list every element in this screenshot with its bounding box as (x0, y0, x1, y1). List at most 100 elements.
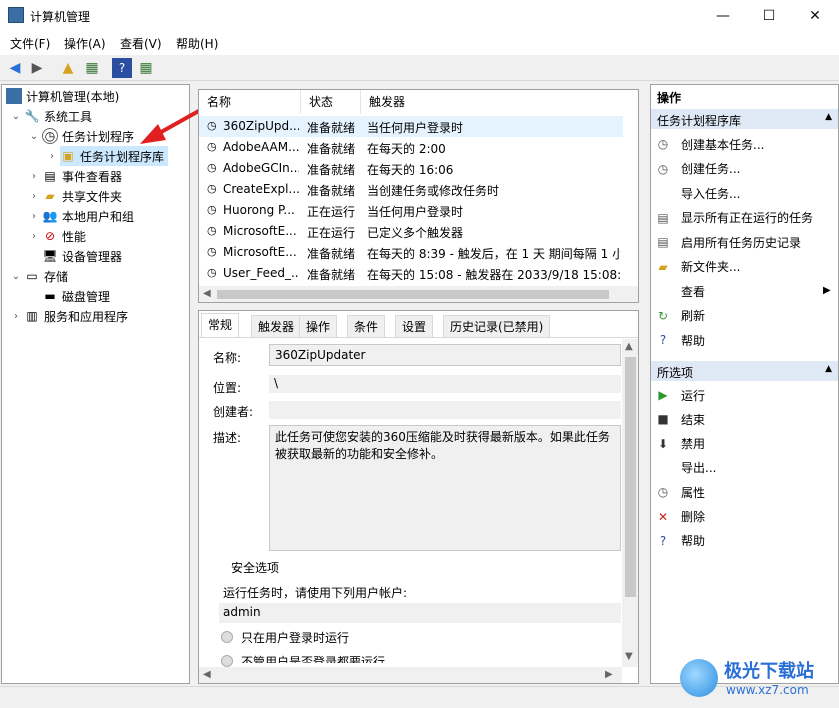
task-clock-icon: ◷ (207, 224, 217, 237)
section-selected-item-label: 所选项 (657, 366, 694, 380)
action-icon: ▤ (657, 210, 669, 225)
menu-help[interactable]: 帮助(H) (176, 35, 218, 52)
menu-action[interactable]: 操作(A) (64, 35, 106, 52)
task-clock-icon: ◷ (207, 161, 217, 174)
task-row[interactable]: ◷ MicrosoftE... 正在运行 已定义多个触发器 (199, 221, 623, 242)
task-row[interactable]: ◷ MicrosoftE... 准备就绪 在每天的 8:39 - 触发后，在 1 天 … (199, 242, 623, 263)
help-icon[interactable]: ? (112, 58, 132, 78)
tab-general[interactable]: 常规 (201, 313, 240, 337)
expand-chevron-icon[interactable]: › (28, 226, 40, 246)
task-row[interactable]: ◷ User_Feed_... 准备就绪 在每天的 15:08 - 触发器在 2033… (199, 263, 623, 284)
selected-action-item[interactable]: ■ 结束 (655, 408, 705, 430)
task-row[interactable]: ◷ AdobeGCIn... 准备就绪 在每天的 16:06 (199, 158, 623, 179)
tree-local-users[interactable]: 👥 本地用户和组 (42, 206, 135, 226)
collapse-chevron-icon[interactable]: ⌄ (10, 266, 22, 286)
action-item[interactable]: 导入任务... (655, 182, 740, 204)
task-clock-icon: ◷ (207, 266, 217, 279)
back-arrow-icon[interactable]: ◀ (5, 58, 25, 78)
menu-file[interactable]: 文件(F) (10, 35, 50, 52)
action-item[interactable]: ▤ 启用所有任务历史记录 (655, 231, 801, 253)
tree-root-label: 计算机管理(本地) (26, 89, 120, 104)
tree-services-label: 服务和应用程序 (44, 309, 129, 324)
action-item[interactable]: ▤ 显示所有正在运行的任务 (655, 207, 813, 229)
show-hide-tree-icon[interactable]: ▦ (82, 58, 102, 78)
action-icon: ▤ (657, 235, 669, 249)
action-item[interactable]: ? 帮助 (655, 329, 705, 351)
task-row[interactable]: ◷ 360ZipUpd... 准备就绪 当任何用户登录时 (199, 116, 623, 137)
tree-services[interactable]: ▥ 服务和应用程序 (24, 306, 128, 326)
event-viewer-icon: ▤ (44, 169, 56, 183)
selected-action-item[interactable]: ✕ 删除 (655, 506, 705, 528)
tab-actions[interactable]: 操作 (299, 315, 338, 337)
action-icon: ◷ (657, 485, 669, 500)
radio-only-logged-on[interactable] (221, 631, 233, 643)
tree-local-users-label: 本地用户和组 (62, 209, 135, 224)
collapse-chevron-icon[interactable]: ⌄ (28, 126, 40, 146)
action-icon (655, 460, 671, 476)
tree-event-viewer[interactable]: ▤ 事件查看器 (42, 166, 122, 186)
radio-always-run-label: 不管用户是否登录都要运行 (241, 655, 386, 663)
selected-action-item[interactable]: 导出... (655, 457, 716, 479)
action-item[interactable]: ◷ 创建任务... (655, 158, 741, 180)
show-hide-action-pane-icon[interactable]: ▦ (136, 58, 156, 78)
expand-chevron-icon[interactable]: › (46, 146, 58, 166)
tree-storage[interactable]: ▭ 存储 (24, 266, 68, 286)
task-list-horizontal-scrollbar[interactable]: ◀ ▶ (199, 286, 638, 302)
security-options-label: 安全选项 (229, 559, 282, 576)
description-field[interactable]: 此任务可使您安装的360压缩能及时获得最新版本。如果此任务被获取最新的功能和安全… (269, 425, 621, 551)
tab-history[interactable]: 历史记录(已禁用) (443, 315, 551, 337)
tree-performance[interactable]: ⊘ 性能 (42, 226, 86, 246)
tree-device-manager[interactable]: 🖥 设备管理器 (42, 246, 122, 266)
task-name: Huorong P... (223, 203, 295, 217)
task-trigger: 在每天的 2:00 (367, 142, 446, 156)
expand-chevron-icon[interactable]: › (28, 206, 40, 226)
task-row[interactable]: ◷ Huorong P... 正在运行 当任何用户登录时 (199, 200, 623, 221)
column-header-trigger[interactable]: 触发器 (361, 90, 638, 114)
task-row[interactable]: ◷ CreateExpl... 准备就绪 当创建任务或修改任务时 (199, 179, 623, 200)
tree-system-tools[interactable]: 🔧 系统工具 (24, 106, 93, 126)
action-icon: ■ (657, 412, 669, 427)
maximize-button[interactable]: ☐ (746, 0, 792, 31)
tree-shared-folders[interactable]: ▰ 共享文件夹 (42, 186, 122, 206)
expand-chevron-icon[interactable]: › (28, 166, 40, 186)
name-field[interactable]: 360ZipUpdater (269, 344, 621, 366)
section-selected-item[interactable]: 所选项 ▲ (651, 361, 838, 381)
selected-action-item[interactable]: ◷ 属性 (655, 481, 705, 503)
tree-root[interactable]: 计算机管理(本地) (6, 86, 119, 106)
author-field (269, 401, 621, 419)
action-icon: ▶ (658, 388, 668, 402)
section-task-library[interactable]: 任务计划程序库 ▲ (651, 109, 838, 129)
tree-task-scheduler[interactable]: ◷ 任务计划程序 (42, 126, 134, 146)
minimize-button[interactable]: — (700, 0, 746, 31)
tab-triggers[interactable]: 触发器 (251, 315, 302, 337)
expand-chevron-icon[interactable]: › (10, 306, 22, 326)
radio-always-run[interactable] (221, 655, 233, 667)
action-item[interactable]: ▰ 新文件夹... (655, 256, 740, 278)
close-button[interactable]: ✕ (792, 0, 838, 31)
task-trigger: 在每天的 16:06 (367, 163, 454, 177)
action-label: 导出... (681, 461, 717, 476)
tab-conditions[interactable]: 条件 (347, 315, 386, 337)
column-header-name[interactable]: 名称 (199, 90, 301, 114)
task-row[interactable]: ◷ AdobeAAM... 准备就绪 在每天的 2:00 (199, 137, 623, 158)
expand-chevron-icon[interactable]: › (28, 186, 40, 206)
column-header-status[interactable]: 状态 (301, 90, 361, 114)
properties-vertical-scrollbar[interactable]: ▲ ▼ (622, 339, 638, 667)
properties-horizontal-scrollbar[interactable]: ◀ ▶ (199, 667, 622, 683)
action-item[interactable]: ◷ 创建基本任务... (655, 133, 765, 155)
action-item[interactable]: ↻ 刷新 (655, 305, 705, 327)
menu-view[interactable]: 查看(V) (120, 35, 162, 52)
watermark-url: www.xz7.com (726, 683, 809, 697)
tab-settings[interactable]: 设置 (395, 315, 434, 337)
collapse-chevron-icon[interactable]: ⌄ (10, 106, 22, 126)
selected-action-item[interactable]: ⬇ 禁用 (655, 433, 705, 455)
action-item[interactable]: 查看 (655, 280, 705, 302)
selected-action-item[interactable]: ? 帮助 (655, 530, 705, 552)
up-folder-icon[interactable]: ▲ (58, 58, 78, 78)
actions-header: 操作 (651, 85, 838, 107)
task-name: CreateExpl... (223, 182, 299, 196)
tree-disk-management[interactable]: ▬ 磁盘管理 (42, 286, 110, 306)
selected-action-item[interactable]: ▶ 运行 (655, 384, 705, 406)
forward-arrow-icon[interactable]: ▶ (27, 58, 47, 78)
action-label: 删除 (681, 510, 706, 524)
